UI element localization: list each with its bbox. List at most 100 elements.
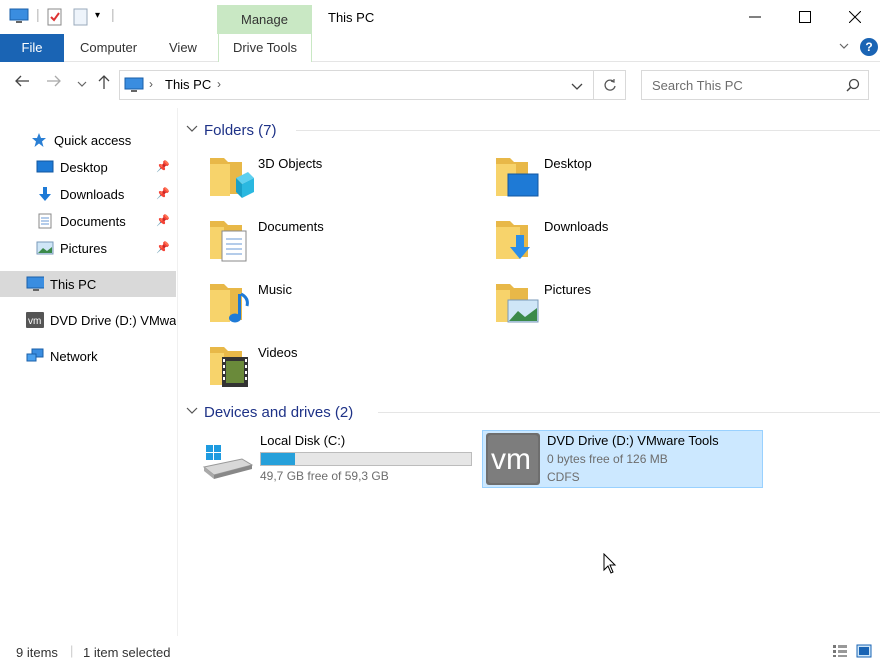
folder-3d-objects-icon [208,152,256,200]
address-row: › This PC › Search This PC [0,62,880,108]
mouse-cursor-icon [603,552,617,578]
picture-icon [36,240,54,256]
new-folder-icon[interactable] [73,8,89,29]
folder-documents[interactable]: Documents [208,215,488,275]
divider [378,412,880,413]
nav-label: Network [50,348,98,364]
drive-name: Local Disk (C:) [260,433,346,448]
divider [296,130,880,131]
separator-icon: | [111,6,115,22]
pin-icon[interactable]: 📌 [156,241,170,254]
pin-icon[interactable]: 📌 [156,187,170,200]
nav-item-pictures[interactable]: Pictures 📌 [0,235,176,261]
drive-free-space: 0 bytes free of 126 MB [547,452,668,466]
tab-drive-tools[interactable]: Drive Tools [218,34,312,62]
pin-icon[interactable]: 📌 [156,160,170,173]
desktop-icon [36,159,54,175]
close-button[interactable] [830,0,880,34]
folder-name: 3D Objects [258,156,323,171]
nav-this-pc[interactable]: This PC [0,271,176,297]
folder-desktop[interactable]: Desktop [494,152,774,212]
address-dropdown-icon[interactable] [571,80,583,95]
this-pc-icon[interactable] [9,8,29,27]
forward-button[interactable] [46,74,62,93]
folder-name: Documents [258,219,324,234]
separator-icon: | [36,6,40,22]
folder-pictures-icon [494,278,542,326]
folder-music[interactable]: Music [208,278,488,338]
collapse-chevron-icon[interactable] [186,123,198,137]
search-input[interactable]: Search This PC [641,70,869,100]
drive-free-space: 49,7 GB free of 59,3 GB [260,469,389,483]
expand-ribbon-icon[interactable] [838,40,850,55]
nav-quick-access[interactable]: Quick access [0,127,176,153]
nav-item-downloads[interactable]: Downloads 📌 [0,181,176,207]
this-pc-icon [26,276,44,292]
folder-downloads[interactable]: Downloads [494,215,774,275]
collapse-chevron-icon[interactable] [186,405,198,419]
large-icons-view-icon[interactable] [856,644,872,661]
back-button[interactable] [14,74,30,93]
nav-dvd-drive[interactable]: vm DVD Drive (D:) VMwa [0,307,176,333]
nav-label: Desktop [60,159,108,175]
address-bar[interactable]: › This PC › [119,70,594,100]
nav-item-documents[interactable]: Documents 📌 [0,208,176,234]
nav-label: Downloads [60,186,125,202]
refresh-button[interactable] [594,70,626,100]
customize-quick-access-icon[interactable]: ▾ [95,10,100,21]
search-icon[interactable] [846,78,860,95]
properties-icon[interactable] [47,8,63,29]
drive-dvd-d[interactable]: vm DVD Drive (D:) VMware Tools 0 bytes f… [482,430,763,488]
folder-name: Desktop [544,156,592,171]
group-title: Devices and drives (2) [204,403,354,421]
tab-view[interactable]: View [155,34,211,62]
title-bar: | ▾ | Manage This PC [0,0,880,34]
folder-name: Videos [258,345,298,360]
folder-pictures[interactable]: Pictures [494,278,774,338]
nav-network[interactable]: Network [0,343,176,369]
content-pane: Folders (7) 3D Objects Desktop Documents… [180,108,880,636]
folder-name: Pictures [544,282,591,297]
disk-usage-bar [260,452,472,466]
details-view-icon[interactable] [832,644,848,661]
local-disk-icon [202,445,254,484]
drive-filesystem: CDFS [547,470,580,484]
folder-videos-icon [208,341,256,389]
recent-locations-icon[interactable] [77,76,87,94]
folder-downloads-icon [494,215,542,263]
nav-item-desktop[interactable]: Desktop 📌 [0,154,176,180]
nav-label: Pictures [60,240,107,256]
vmware-logo-icon: vm [486,433,540,488]
manage-tab[interactable]: Manage [217,5,312,34]
breadcrumb-chevron-icon[interactable]: › [149,77,153,91]
svg-text:vm: vm [28,316,41,327]
group-header-folders[interactable]: Folders (7) [186,119,880,141]
disk-usage-fill [261,453,295,465]
search-placeholder: Search This PC [652,78,743,93]
folder-name: Music [258,282,292,297]
ribbon-tabs: File Computer View Drive Tools ? [0,34,880,62]
tab-file[interactable]: File [0,34,64,62]
nav-label: Documents [60,213,126,229]
window-title: This PC [328,10,375,25]
help-icon[interactable]: ? [860,38,878,56]
nav-label: This PC [50,276,97,292]
folder-3d-objects[interactable]: 3D Objects [208,152,488,212]
group-header-devices[interactable]: Devices and drives (2) [186,401,880,423]
breadcrumb-this-pc[interactable]: This PC [165,77,211,92]
separator-icon: | [70,643,74,658]
group-title: Folders (7) [204,121,277,139]
maximize-button[interactable] [780,0,830,34]
document-icon [36,213,54,229]
up-button[interactable] [97,74,111,95]
minimize-button[interactable] [730,0,780,34]
tab-computer[interactable]: Computer [66,34,151,62]
download-arrow-icon [36,186,54,202]
folder-videos[interactable]: Videos [208,341,488,401]
folder-desktop-icon [494,152,542,200]
pin-icon[interactable]: 📌 [156,214,170,227]
refresh-icon [603,79,616,91]
drive-local-disk-c[interactable]: Local Disk (C:) 49,7 GB free of 59,3 GB [196,429,476,487]
drive-name: DVD Drive (D:) VMware Tools [547,433,719,448]
breadcrumb-chevron-icon[interactable]: › [217,77,221,91]
